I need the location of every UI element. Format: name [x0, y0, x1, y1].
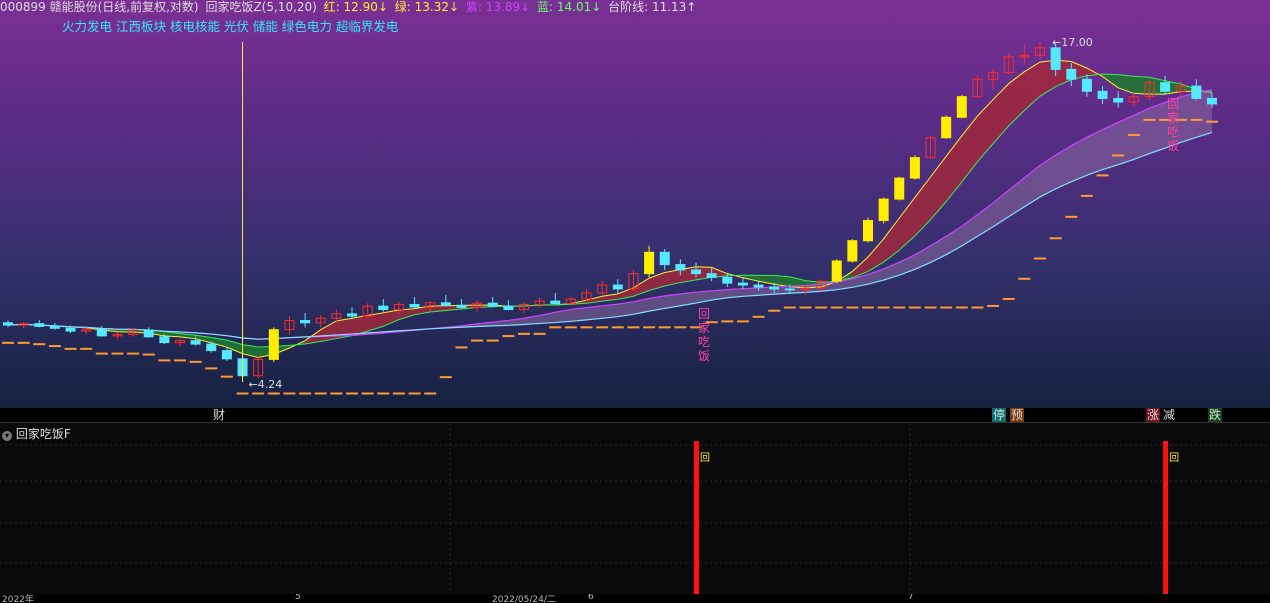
- candle-body: [456, 304, 467, 308]
- marker-die[interactable]: 跌: [1208, 408, 1223, 422]
- candle-body: [1066, 68, 1077, 80]
- candle-body: [221, 350, 232, 360]
- high-price-label: ←17.00: [1052, 36, 1093, 49]
- long-ma-ribbon-segment: [602, 304, 618, 319]
- signal-char-label: 饭: [1167, 139, 1179, 153]
- candle-body: [1191, 85, 1202, 99]
- signal-char-label: 家: [1167, 110, 1179, 125]
- candle-body: [409, 303, 420, 308]
- candle-body: [143, 329, 154, 338]
- signal-char-label: 饭: [698, 349, 710, 363]
- candle-body: [347, 313, 357, 317]
- candle-body: [612, 284, 623, 290]
- indicator-name[interactable]: 回家吃饭Z(5,10,20): [205, 0, 316, 14]
- candle-body: [1050, 47, 1061, 70]
- ma-ribbon-segment: [883, 218, 900, 263]
- candle-body: [1160, 82, 1171, 92]
- ma-ribbon-segment: [1133, 76, 1150, 95]
- candle-body: [268, 329, 279, 360]
- candle-body: [753, 284, 764, 288]
- step-line-value: 台阶线: 11.13↑: [608, 0, 697, 14]
- candle-body: [3, 322, 13, 326]
- candle-body: [847, 240, 858, 262]
- candle-body: [1207, 97, 1217, 105]
- signal-char-label: 吃: [1167, 125, 1179, 139]
- candle-body: [206, 343, 217, 352]
- candle-body: [659, 251, 670, 266]
- candle-body: [1097, 90, 1108, 99]
- candle-body: [863, 220, 873, 242]
- candle-body: [956, 96, 967, 118]
- candle-body: [96, 328, 107, 337]
- signal-char-label: 家: [698, 320, 710, 335]
- signal-mark: 回: [700, 452, 710, 464]
- candle-body: [878, 198, 889, 222]
- long-ma-ribbon-segment: [1118, 115, 1134, 165]
- candle-body: [769, 286, 780, 290]
- candle-body: [1113, 97, 1124, 103]
- candle-body: [503, 305, 514, 311]
- blue-line-value: 蓝: 14.01↓: [537, 0, 602, 14]
- ma-ribbon-segment: [320, 320, 337, 342]
- candle-body: [440, 302, 451, 306]
- candle-body: [675, 264, 686, 271]
- candle-body: [550, 300, 561, 305]
- candle-body: [1081, 78, 1092, 92]
- candle-body: [487, 302, 498, 307]
- candle-body: [831, 260, 842, 282]
- candle-body: [784, 288, 795, 291]
- indicator-header: 000899 赣能股份(日线,前复权,对数) 回家吃饭Z(5,10,20) 红:…: [0, 0, 1270, 14]
- signal-char-label: 回: [1167, 97, 1179, 111]
- time-label: 2022/05/24/二: [492, 595, 556, 603]
- time-label: 2022年: [2, 595, 34, 603]
- stock-title[interactable]: 000899 赣能股份(日线,前复权,对数): [0, 0, 199, 14]
- candle-body: [644, 251, 655, 275]
- candle-body: [941, 116, 952, 139]
- signal-bar: [694, 441, 699, 595]
- candle-body: [34, 323, 45, 327]
- purple-line-value: 紫: 13.89↓: [465, 0, 531, 14]
- time-label: 7: [908, 594, 914, 602]
- marker-ting[interactable]: 停: [992, 408, 1007, 422]
- candlestick-chart[interactable]: ←4.24←17.00回家吃饭回家吃饭: [0, 0, 1270, 408]
- long-ma-ribbon-segment: [1102, 122, 1119, 170]
- concept-tags[interactable]: 火力发电 江西板块 核电核能 光伏 储能 绿色电力 超临界发电: [62, 16, 398, 35]
- marker-jian[interactable]: 减: [1162, 408, 1176, 422]
- green-line-value: 绿: 13.32↓: [394, 0, 460, 14]
- candle-body: [190, 340, 201, 345]
- red-line-value: 红: 12.90↓: [323, 0, 388, 14]
- candle-body: [722, 276, 733, 284]
- time-label: 5: [295, 594, 301, 602]
- candle-body: [691, 269, 701, 275]
- candle-body: [894, 177, 905, 200]
- candle-body: [49, 325, 60, 329]
- candle-body: [378, 305, 389, 311]
- sub-indicator-panel[interactable]: ▾ 回家吃饭F 回回: [0, 422, 1270, 595]
- candle-body: [65, 327, 76, 332]
- signal-char-label: 吃: [698, 335, 710, 349]
- candle-body: [737, 282, 748, 286]
- time-axis: 2022年 5 2022/05/24/二 6 7: [0, 594, 1270, 603]
- long-ma-ribbon-segment: [1180, 92, 1197, 143]
- purple-ma-line: [7, 89, 1213, 340]
- candle-body: [159, 336, 170, 344]
- candle-body: [909, 157, 920, 179]
- long-ma-ribbon-segment: [1149, 102, 1166, 154]
- main-chart-panel[interactable]: ←4.24 ←17.00 回家吃饭回家吃饭: [0, 0, 1270, 408]
- signal-mark: 回: [1169, 452, 1179, 464]
- candle-body: [706, 273, 717, 278]
- event-marker-bar: 财 停 预 涨 减 跌: [0, 408, 1270, 422]
- signal-char-label: 回: [698, 307, 710, 321]
- signal-bar: [1163, 441, 1169, 595]
- marker-cai[interactable]: 财: [212, 408, 226, 422]
- marker-yu[interactable]: 预: [1010, 408, 1025, 422]
- signal-chart[interactable]: 回回: [0, 423, 1270, 595]
- candle-body: [300, 320, 311, 324]
- low-price-label: ←4.24: [249, 378, 283, 391]
- time-label: 6: [588, 594, 594, 602]
- marker-zhang[interactable]: 涨: [1146, 408, 1161, 422]
- long-ma-ribbon-segment: [1133, 108, 1150, 160]
- ma-ribbon-segment: [899, 197, 915, 251]
